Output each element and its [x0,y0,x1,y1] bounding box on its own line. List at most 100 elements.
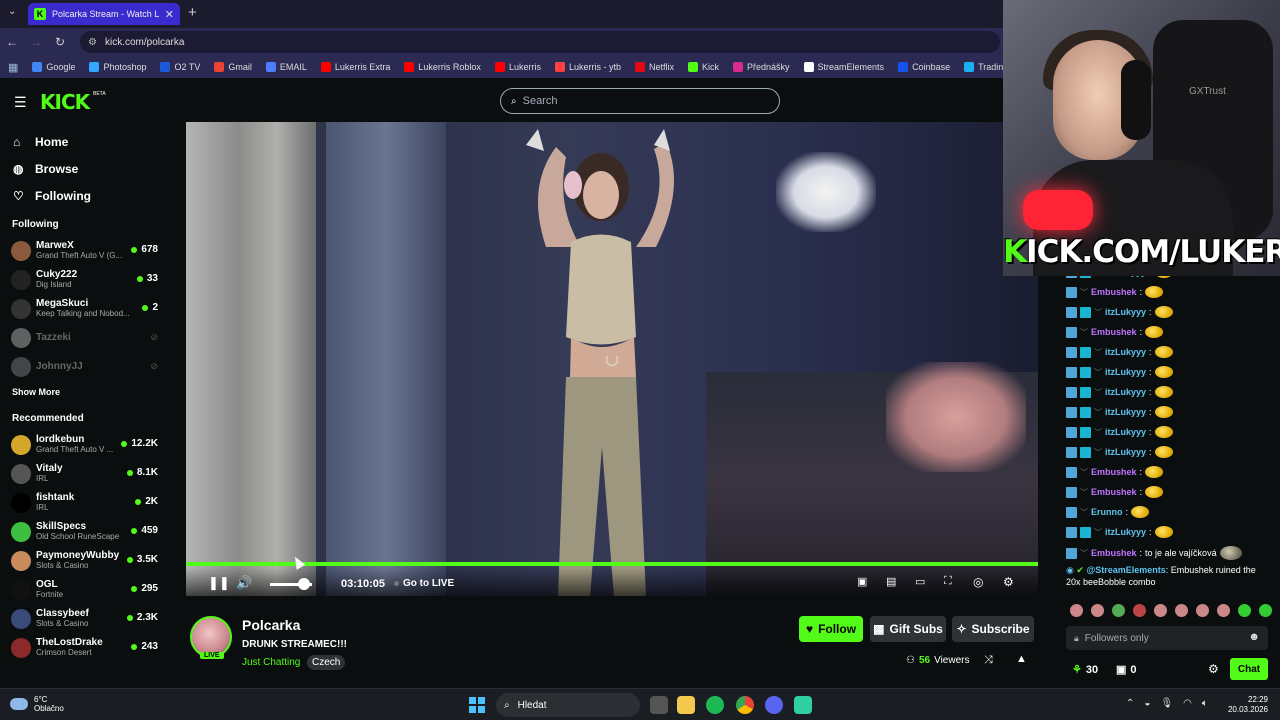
sidebar-item-home[interactable]: ⌂ Home [0,128,168,155]
emote-icon[interactable] [1154,366,1173,378]
gift-count[interactable]: ▣ 0 [1116,663,1137,677]
reload-icon[interactable]: ↻ [48,35,72,49]
chat-send-button[interactable]: Chat [1230,658,1268,680]
taskbar-search[interactable]: ⌕ Hledat [496,693,640,717]
url-bar[interactable]: ⚙ kick.com/polcarka [80,31,1000,53]
fullscreen-icon[interactable]: ⛶ [944,575,952,588]
site-info-icon[interactable]: ⚙ [88,37,97,48]
sidebar-item-browse[interactable]: ◍ Browse [0,155,168,182]
browser-tab[interactable]: K Polcarka Stream - Watch Live o ✕ [28,3,180,25]
bookmark-item[interactable]: Coinbase [898,62,950,72]
emote-icon[interactable] [1154,526,1173,538]
chat-username[interactable]: itzLukyyy [1105,427,1146,437]
microphone-icon[interactable]: 🎙︎ [1160,698,1173,709]
share-icon[interactable]: ⤨ [984,654,993,667]
channel-points[interactable]: ⚘ 30 [1072,663,1098,677]
emote-icon[interactable] [1154,446,1173,458]
chat-username[interactable]: itzLukyyy [1105,447,1146,457]
chat-input[interactable]: 🔒︎ Followers only ☻ [1066,626,1268,650]
bookmark-item[interactable]: Trading 212 [964,62,1003,72]
emote-icon[interactable] [1154,426,1173,438]
menu-icon[interactable]: ☰ [14,94,27,111]
quality-icon[interactable]: ◎ [973,575,983,589]
emote-icon[interactable] [1070,604,1083,617]
chat-username[interactable]: @StreamElements [1086,565,1165,575]
channel-item[interactable]: JohnnyJJ ⊘ [0,352,168,381]
go-to-live-button[interactable]: Go to LIVE [394,578,454,589]
language-tag[interactable]: Czech [307,655,346,670]
volume-knob[interactable] [297,578,310,590]
bookmark-item[interactable]: Kick [687,62,719,72]
miniplayer-icon[interactable]: ▣ [857,575,867,588]
bookmark-item[interactable]: EMAIL [265,62,307,72]
emote-icon[interactable] [1154,604,1167,617]
category-link[interactable]: Just Chatting [242,657,300,668]
emote-icon[interactable] [1154,346,1173,358]
emote-icon[interactable] [1154,306,1173,318]
app-icon[interactable] [794,696,812,714]
chat-username[interactable]: Embushek [1091,487,1137,497]
bookmark-item[interactable]: Lukerris Extra [320,62,390,72]
emote-icon[interactable] [1112,604,1125,617]
channel-item[interactable]: SkillSpecs Old School RuneScape 459 [0,517,168,546]
chat-username[interactable]: itzLukyyy [1105,407,1146,417]
channel-item[interactable]: TheLostDrake Crimson Desert 243 [0,633,168,662]
chat-username[interactable]: Embushek [1091,548,1137,558]
streamer-name[interactable]: Polcarka [242,617,300,633]
chat-username[interactable]: itzLukyyy [1105,347,1146,357]
chat-username[interactable]: Embushek [1091,287,1137,297]
bookmark-item[interactable]: Lukerris - ytb [554,62,621,72]
chat-username[interactable]: Embushek [1091,467,1137,477]
tab-close-icon[interactable]: ✕ [165,8,174,21]
clip-icon[interactable]: ▤ [886,575,896,588]
channel-item[interactable]: Vitaly IRL 8.1K [0,459,168,488]
kick-logo[interactable]: KICK [40,90,90,114]
bookmark-item[interactable]: Gmail [214,62,252,72]
bookmark-item[interactable]: Google [32,62,75,72]
apps-grid-icon[interactable]: ▦ [8,61,18,74]
emote-icon[interactable] [1154,406,1173,418]
windows-start-icon[interactable] [469,697,485,713]
bookmark-item[interactable]: Photoshop [89,62,146,72]
chrome-icon[interactable] [736,696,754,714]
volume-icon[interactable]: 🔊 [236,575,252,591]
follow-button[interactable]: ♥ Follow [799,616,863,642]
pause-icon[interactable]: ❚❚ [208,575,230,591]
taskbar-clock[interactable]: 22:29 20.03.2026 [1226,695,1268,715]
back-icon[interactable]: ← [0,35,24,49]
bookmark-item[interactable]: Lukerris Roblox [404,62,481,72]
bookmark-item[interactable]: StreamElements [803,62,884,72]
emote-icon[interactable] [1145,486,1164,498]
emote-icon[interactable] [1131,506,1150,518]
show-more-link[interactable]: Show More [0,387,168,397]
task-view-icon[interactable] [650,696,668,714]
emote-icon[interactable] [1175,604,1188,617]
chat-username[interactable]: itzLukyyy [1105,387,1146,397]
chat-username[interactable]: Erunno [1091,507,1123,517]
spotify-icon[interactable] [706,696,724,714]
tab-search-icon[interactable]: ⌄ [8,6,16,17]
emote-picker-icon[interactable]: ☻ [1248,631,1260,643]
forward-icon[interactable]: → [24,35,48,49]
channel-item[interactable]: Tazzeki ⊘ [0,323,168,352]
file-explorer-icon[interactable] [677,696,695,714]
emote-icon[interactable] [1145,286,1164,298]
chat-username[interactable]: itzLukyyy [1105,367,1146,377]
emote-icon[interactable] [1196,604,1209,617]
chat-username[interactable]: itzLukyyy [1105,527,1146,537]
settings-gear-icon[interactable]: ⚙ [1003,575,1014,589]
channel-item[interactable]: lordkebun Grand Theft Auto V ... 12.2K [0,430,168,459]
report-icon[interactable]: ▲ [1016,653,1027,665]
discord-icon[interactable] [765,696,783,714]
channel-item[interactable]: OGL Fortnite 295 [0,575,168,604]
video-player[interactable]: ❚❚ 🔊 03:10:05 Go to LIVE ▣ ▤ ▭ ⛶ ◎ ⚙ [186,122,1038,596]
emote-icon[interactable] [1217,604,1230,617]
chat-username[interactable]: Embushek [1091,327,1137,337]
emote-icon[interactable] [1238,604,1251,617]
new-tab-icon[interactable]: + [188,4,197,21]
weather-widget[interactable]: 6°C Oblačno [10,695,64,713]
bookmark-item[interactable]: Netflix [634,62,674,72]
channel-item[interactable]: MarweX Grand Theft Auto V (G... 678 [0,236,168,265]
sidebar-item-following[interactable]: ♡ Following [0,182,168,209]
chat-username[interactable]: itzLukyyy [1105,307,1146,317]
